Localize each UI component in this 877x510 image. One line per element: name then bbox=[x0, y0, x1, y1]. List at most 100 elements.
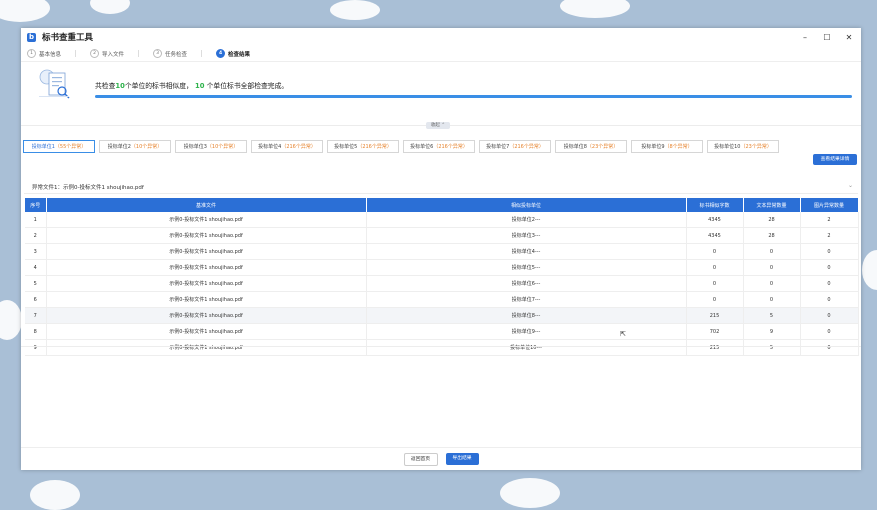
tab-label: 投标单位4 bbox=[258, 144, 282, 150]
table-row[interactable]: 2 示例0-投标文件1 shoujihao.pdf 投标单位3--- 4345 28 2 bbox=[25, 227, 859, 244]
tab-label: 投标单位2 bbox=[107, 144, 131, 150]
chevron-down-icon[interactable]: ⌄ bbox=[848, 182, 853, 189]
tab-label: 投标单位6 bbox=[410, 144, 434, 150]
column-header: 标书相似字数 bbox=[686, 198, 744, 212]
table-cell: 5 bbox=[743, 307, 801, 324]
tab-anomaly-count: （23个异常） bbox=[586, 144, 619, 150]
table-cell: 2 bbox=[800, 212, 859, 228]
tab-company-9[interactable]: 投标单位9（8个异常） bbox=[631, 140, 703, 153]
table-cell: 示例0-投标文件1 shoujihao.pdf bbox=[46, 259, 367, 276]
column-header: 相似投标单位 bbox=[366, 198, 687, 212]
table-cell: 0 bbox=[743, 243, 801, 260]
mouse-cursor-icon: ⇱ bbox=[620, 330, 626, 338]
divider bbox=[21, 346, 861, 347]
tab-label: 投标单位5 bbox=[334, 144, 358, 150]
table-cell: 投标单位9--- bbox=[366, 323, 687, 340]
tab-company-1[interactable]: 投标单位1（55个异常） bbox=[23, 140, 95, 153]
table-row[interactable]: 7 示例0-投标文件1 shoujihao.pdf 投标单位8--- 215 5 0 bbox=[25, 307, 859, 324]
bg-cloud bbox=[862, 250, 877, 290]
table-cell: 215 bbox=[686, 339, 744, 356]
table-cell: 投标单位4--- bbox=[366, 243, 687, 260]
tab-company-8[interactable]: 投标单位8（23个异常） bbox=[555, 140, 627, 153]
table-row[interactable]: 1 示例0-投标文件1 shoujihao.pdf 投标单位2--- 4345 28 2 bbox=[25, 212, 859, 228]
table-row[interactable]: 8 示例0-投标文件1 shoujihao.pdf 投标单位9--- 702 9 0 bbox=[25, 323, 859, 340]
summary-panel: 共检查10个单位的标书相似度， 10 个单位标书全部检查完成。 bbox=[21, 62, 861, 106]
tab-company-7[interactable]: 投标单位7（216个异常） bbox=[479, 140, 551, 153]
tab-company-10[interactable]: 投标单位10（23个异常） bbox=[707, 140, 779, 153]
step-label: 任务检查 bbox=[165, 51, 188, 58]
table-cell: 0 bbox=[686, 275, 744, 292]
step-label: 检查结果 bbox=[228, 51, 251, 58]
tab-company-2[interactable]: 投标单位2（10个异常） bbox=[99, 140, 171, 153]
maximize-button[interactable]: ☐ bbox=[821, 33, 833, 42]
table-cell: 0 bbox=[743, 291, 801, 308]
table-row[interactable]: 3 示例0-投标文件1 shoujihao.pdf 投标单位4--- 0 0 0 bbox=[25, 243, 859, 260]
table-cell: 示例0-投标文件1 shoujihao.pdf bbox=[46, 275, 367, 292]
progress-bar bbox=[95, 95, 852, 98]
bg-cloud bbox=[90, 0, 130, 14]
table-cell: 示例0-投标文件1 shoujihao.pdf bbox=[46, 307, 367, 324]
tab-label: 投标单位9 bbox=[641, 144, 665, 150]
tab-anomaly-count: （8个异常） bbox=[664, 144, 693, 150]
step-import-files[interactable]: 2 导入文件 bbox=[90, 49, 124, 58]
table-cell: 0 bbox=[800, 243, 859, 260]
tab-label: 投标单位1 bbox=[31, 144, 55, 150]
tab-label: 投标单位8 bbox=[563, 144, 587, 150]
table-cell: 9 bbox=[25, 339, 47, 356]
tab-anomaly-count: （216个异常） bbox=[357, 144, 392, 150]
summary-text: 共检查10个单位的标书相似度， 10 个单位标书全部检查完成。 bbox=[95, 80, 288, 90]
tab-anomaly-count: （55个异常） bbox=[54, 144, 87, 150]
table-row[interactable]: 9 示例0-投标文件1 shoujihao.pdf 投标单位10--- 215 5 0 bbox=[25, 339, 859, 356]
table-cell: 5 bbox=[25, 275, 47, 292]
table-cell: 1 bbox=[25, 212, 47, 228]
table-cell: 投标单位8--- bbox=[366, 307, 687, 324]
tab-company-3[interactable]: 投标单位3（10个异常） bbox=[175, 140, 247, 153]
table-row[interactable]: 6 示例0-投标文件1 shoujihao.pdf 投标单位7--- 0 0 0 bbox=[25, 291, 859, 308]
table-cell: 7 bbox=[25, 307, 47, 324]
step-task-check[interactable]: 3 任务检查 bbox=[153, 49, 187, 58]
close-button[interactable]: ✕ bbox=[843, 33, 855, 42]
table-cell: 6 bbox=[25, 291, 47, 308]
tab-company-4[interactable]: 投标单位4（216个异常） bbox=[251, 140, 323, 153]
minimize-button[interactable]: – bbox=[799, 33, 811, 42]
title-bar: b 标书查重工具 – ☐ ✕ bbox=[21, 28, 861, 46]
tab-company-5[interactable]: 投标单位5（216个异常） bbox=[327, 140, 399, 153]
table-cell: 示例0-投标文件1 shoujihao.pdf bbox=[46, 243, 367, 260]
step-number: 2 bbox=[90, 49, 100, 58]
table-cell: 示例0-投标文件1 shoujihao.pdf bbox=[46, 323, 367, 340]
step-check-results[interactable]: 4 检查结果 bbox=[216, 49, 250, 58]
tab-company-6[interactable]: 投标单位6（216个异常） bbox=[403, 140, 475, 153]
step-basic-info[interactable]: 1 基本信息 bbox=[27, 49, 61, 58]
document-check-icon bbox=[39, 69, 70, 99]
table-cell: 示例0-投标文件1 shoujihao.pdf bbox=[46, 291, 367, 308]
table-cell: 投标单位10--- bbox=[366, 339, 687, 356]
back-home-button[interactable]: 返回首页 bbox=[403, 452, 438, 466]
collapse-button[interactable]: 收起 ⌃ bbox=[426, 122, 450, 129]
column-header: 基准文件 bbox=[46, 198, 367, 212]
table-cell: 0 bbox=[800, 275, 859, 292]
bg-cloud bbox=[0, 0, 50, 22]
tab-label: 投标单位10 bbox=[714, 144, 741, 150]
progress-fill bbox=[95, 95, 852, 98]
table-cell: 4 bbox=[25, 259, 47, 276]
app-window: b 标书查重工具 – ☐ ✕ 1 基本信息 2 导入文件 3 任务检查 4 检查… bbox=[21, 28, 861, 470]
bg-cloud bbox=[500, 478, 560, 508]
table-cell: 0 bbox=[800, 323, 859, 340]
table-row[interactable]: 5 示例0-投标文件1 shoujihao.pdf 投标单位6--- 0 0 0 bbox=[25, 275, 859, 292]
table-cell: 215 bbox=[686, 307, 744, 324]
table-cell: 28 bbox=[743, 212, 801, 228]
table-cell: 2 bbox=[800, 227, 859, 244]
table-cell: 投标单位6--- bbox=[366, 275, 687, 292]
table-cell: 5 bbox=[743, 339, 801, 356]
table-cell: 2 bbox=[25, 227, 47, 244]
step-divider bbox=[138, 50, 140, 57]
column-header: 序号 bbox=[25, 198, 47, 212]
export-results-button[interactable]: 导出结果 bbox=[445, 453, 479, 465]
table-cell: 0 bbox=[686, 243, 744, 260]
view-details-button[interactable]: 查看结果详情 bbox=[813, 154, 857, 165]
table-row[interactable]: 4 示例0-投标文件1 shoujihao.pdf 投标单位5--- 0 0 0 bbox=[25, 259, 859, 276]
app-title: 标书查重工具 bbox=[42, 33, 94, 43]
tab-anomaly-count: （216个异常） bbox=[509, 144, 544, 150]
summary-middle: 个单位的标书相似度， bbox=[124, 82, 193, 90]
table-cell: 8 bbox=[25, 323, 47, 340]
